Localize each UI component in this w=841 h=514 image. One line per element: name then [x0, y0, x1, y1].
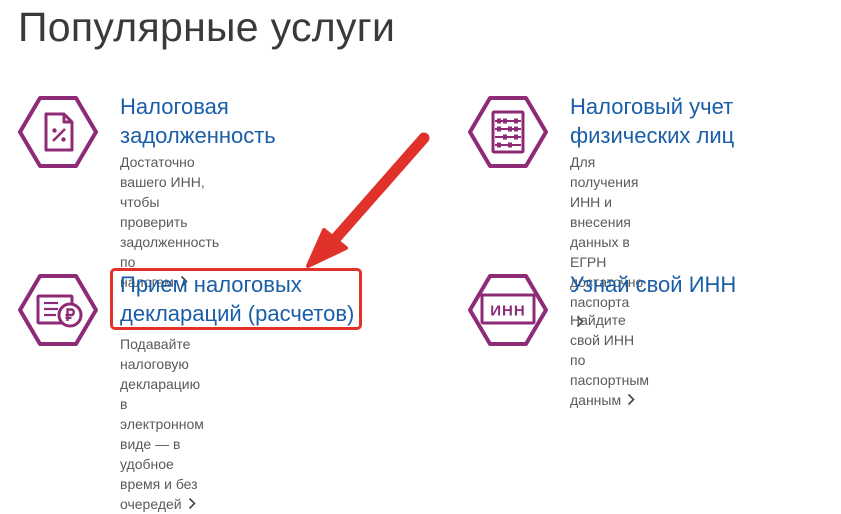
- annotation-arrow: [306, 132, 430, 268]
- chevron-right-icon[interactable]: [188, 497, 196, 510]
- service-description-line: время и без очередей: [120, 476, 198, 512]
- service-description-line: в электронном виде — в удобное: [120, 396, 204, 472]
